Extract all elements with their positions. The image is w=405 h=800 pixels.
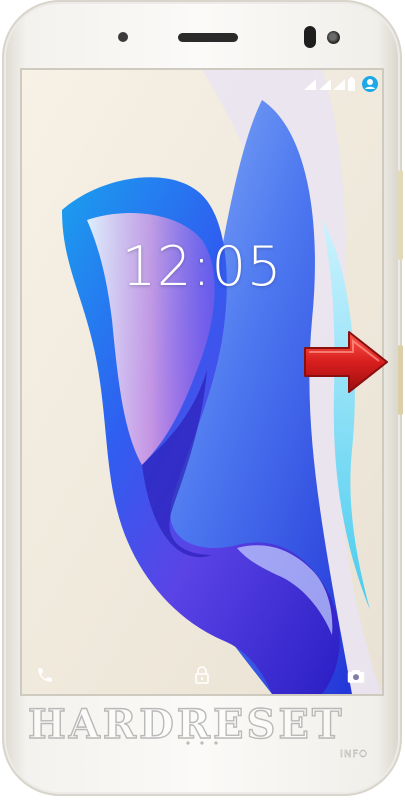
lock-screen-clock: 12:05 — [121, 235, 283, 298]
phone-icon[interactable] — [36, 666, 54, 684]
volume-keys[interactable] — [398, 170, 403, 260]
wifi-icon — [333, 79, 345, 90]
signal-icon — [304, 79, 316, 90]
camera-icon[interactable] — [347, 668, 365, 684]
signal-icon-secondary — [319, 79, 331, 90]
watermark-text: HARDRESET — [27, 700, 345, 748]
front-flash — [327, 31, 340, 44]
status-bar — [22, 70, 382, 98]
battery-icon — [348, 77, 355, 91]
account-icon[interactable] — [362, 76, 378, 92]
proximity-sensor — [118, 32, 128, 42]
pointer-arrow-icon — [304, 331, 388, 393]
phone-body: 12:05 — [2, 0, 403, 796]
front-camera — [304, 26, 316, 48]
power-button[interactable] — [398, 345, 403, 415]
watermark-subtext: INFO — [340, 749, 369, 760]
device-photo: 12:05 HARDRESET INFO — [0, 0, 405, 800]
earpiece-speaker — [178, 33, 238, 42]
lock-icon[interactable] — [195, 666, 209, 684]
